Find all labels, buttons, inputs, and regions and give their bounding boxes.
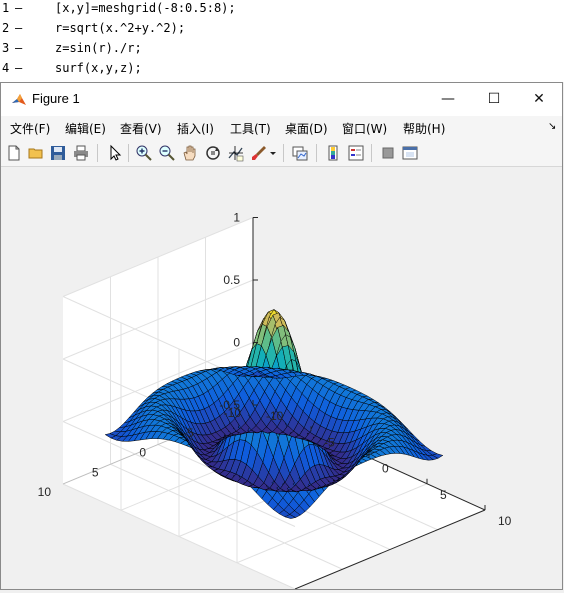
x-tick-label: 10	[498, 514, 512, 528]
y-tick-label: -10	[224, 406, 242, 420]
data-cursor-icon[interactable]	[227, 144, 245, 162]
zoom-out-icon[interactable]	[158, 144, 176, 162]
code-text[interactable]: z=sin(r)./r;	[55, 38, 142, 58]
x-tick-label: -10	[266, 409, 284, 423]
x-tick-label: 0	[382, 462, 389, 476]
legend-icon[interactable]	[347, 144, 365, 162]
rotate-3d-icon[interactable]	[204, 144, 222, 162]
y-tick-label: 5	[92, 465, 99, 479]
figure-window: Figure 1 — ☐ ✕ 文件(F) 编辑(E) 查看(V) 插入(I) 工…	[0, 82, 563, 590]
x-tick-label: 5	[440, 488, 447, 502]
z-tick-label: 1	[233, 211, 240, 225]
open-folder-icon[interactable]	[27, 144, 45, 162]
x-tick-label: -5	[324, 435, 335, 449]
show-plot-tools-icon[interactable]	[401, 144, 419, 162]
toolbar-separator	[128, 144, 129, 162]
close-button[interactable]: ✕	[516, 83, 562, 116]
line-number: 2	[2, 21, 10, 35]
brush-dropdown-icon[interactable]	[269, 144, 277, 162]
menu-view[interactable]: 查看(V)	[120, 120, 162, 137]
line-marker: –	[15, 21, 23, 35]
line-marker: –	[15, 61, 23, 75]
menu-insert[interactable]: 插入(I)	[177, 120, 214, 137]
menu-window[interactable]: 窗口(W)	[342, 120, 387, 137]
minimize-button[interactable]: —	[425, 83, 471, 116]
toolbar-separator	[97, 144, 98, 162]
colorbar-icon[interactable]	[324, 144, 342, 162]
menu-edit[interactable]: 编辑(E)	[65, 120, 106, 137]
line-number: 4	[2, 61, 10, 75]
line-number: 3	[2, 41, 10, 55]
menu-desktop[interactable]: 桌面(D)	[285, 120, 328, 137]
menu-help[interactable]: 帮助(H)	[403, 120, 445, 137]
new-file-icon[interactable]	[5, 144, 23, 162]
code-line[interactable]: 4 – surf(x,y,z);	[0, 58, 564, 78]
line-marker: –	[15, 41, 23, 55]
code-text[interactable]: r=sqrt(x.^2+y.^2);	[55, 18, 185, 38]
maximize-button[interactable]: ☐	[471, 83, 517, 116]
pan-icon[interactable]	[181, 144, 199, 162]
code-text[interactable]: surf(x,y,z);	[55, 58, 142, 78]
title-bar[interactable]: Figure 1 — ☐ ✕	[1, 83, 562, 116]
dock-arrow-icon[interactable]: ↘	[548, 121, 556, 132]
toolbar-separator	[283, 144, 284, 162]
matlab-logo-icon	[11, 92, 27, 108]
code-editor[interactable]: 1 – [x,y]=meshgrid(-8:0.5:8); 2 – r=sqrt…	[0, 0, 564, 82]
line-number: 1	[2, 1, 10, 15]
menu-tools[interactable]: 工具(T)	[230, 120, 271, 137]
figure-toolbar	[1, 140, 562, 167]
link-plot-icon[interactable]	[291, 144, 309, 162]
zoom-in-icon[interactable]	[135, 144, 153, 162]
code-line[interactable]: 3 – z=sin(r)./r;	[0, 38, 564, 58]
menu-bar: 文件(F) 编辑(E) 查看(V) 插入(I) 工具(T) 桌面(D) 窗口(W…	[1, 116, 562, 140]
line-marker: –	[15, 1, 23, 15]
code-line[interactable]: 2 – r=sqrt(x.^2+y.^2);	[0, 18, 564, 38]
pointer-icon[interactable]	[105, 144, 123, 162]
z-tick-label: 0	[233, 336, 240, 350]
code-line[interactable]: 1 – [x,y]=meshgrid(-8:0.5:8);	[0, 0, 564, 18]
surface-plot[interactable]: 10.50-0.51050-5-10 -10-50510	[1, 167, 562, 590]
plot-area[interactable]: 1 0.5 0 -0.5 10 5 0 -5 -10 -10 -5 0 5 10	[1, 167, 562, 590]
z-tick-label: 0.5	[223, 273, 240, 287]
y-tick-label: 0	[139, 446, 146, 460]
y-tick-label: -5	[183, 426, 194, 440]
print-icon[interactable]	[72, 144, 90, 162]
menu-file[interactable]: 文件(F)	[10, 120, 50, 137]
window-title: Figure 1	[32, 91, 80, 106]
code-text[interactable]: [x,y]=meshgrid(-8:0.5:8);	[55, 0, 236, 18]
save-icon[interactable]	[49, 144, 67, 162]
toolbar-separator	[371, 144, 372, 162]
y-tick-label: 10	[38, 485, 52, 499]
brush-icon[interactable]	[250, 144, 268, 162]
toolbar-separator	[316, 144, 317, 162]
hide-plot-tools-icon[interactable]	[379, 144, 397, 162]
